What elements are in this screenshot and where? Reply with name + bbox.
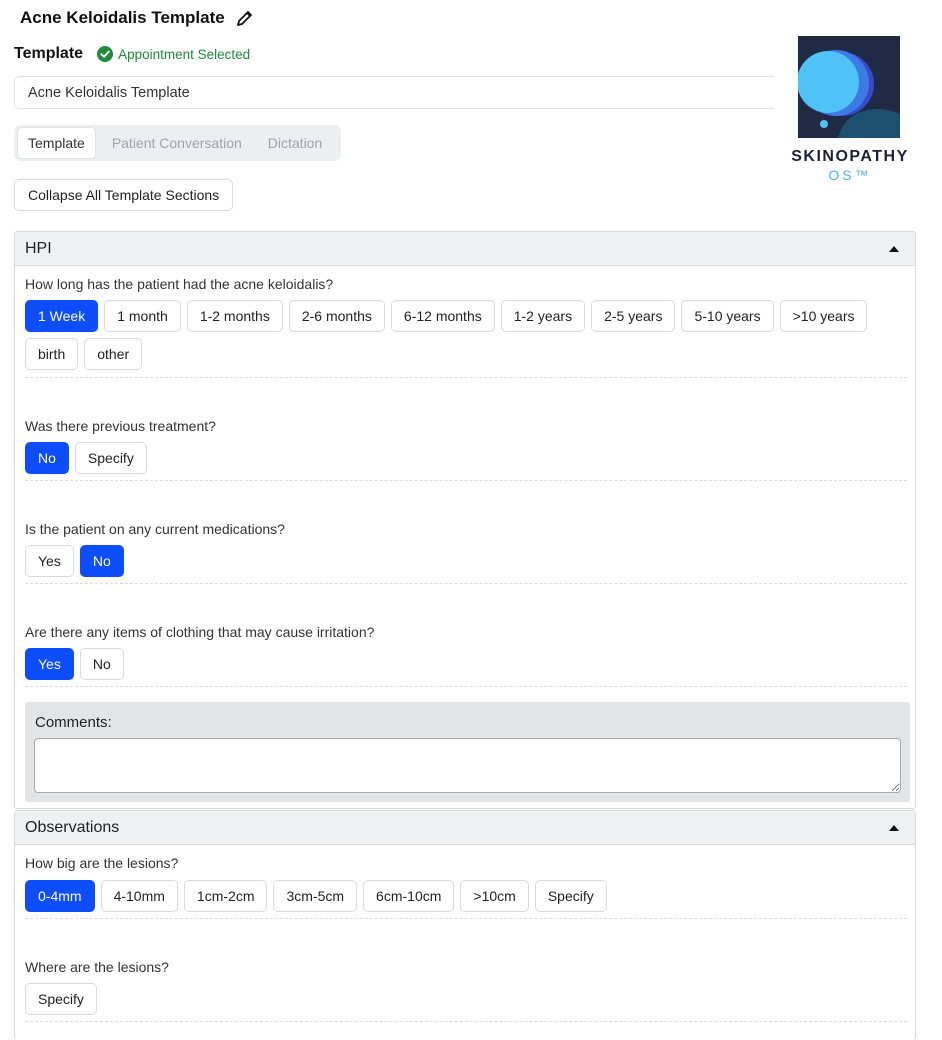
divider [25, 480, 907, 481]
observations-panel: Observations How big are the lesions? 0-… [14, 810, 916, 1040]
option-button[interactable]: >10 years [779, 300, 868, 332]
caret-up-icon[interactable] [889, 824, 899, 831]
option-button[interactable]: 6-12 months [390, 300, 495, 332]
view-tabs: Template Patient Conversation Dictation [14, 125, 342, 161]
divider [25, 377, 907, 378]
tab-dictation[interactable]: Dictation [258, 128, 332, 158]
option-button[interactable]: birth [25, 338, 79, 370]
option-button[interactable]: 1 Week [25, 300, 99, 332]
question-lesion-location: Where are the lesions? [25, 959, 169, 975]
page-title: Acne Keloidalis Template [20, 8, 225, 27]
option-button[interactable]: 5-10 years [681, 300, 774, 332]
check-circle-icon [97, 46, 114, 62]
option-button[interactable]: No [25, 442, 69, 474]
option-button[interactable]: 2-6 months [288, 300, 385, 332]
question-previous-treatment: Was there previous treatment? [25, 418, 216, 434]
option-button[interactable]: Specify [74, 442, 147, 474]
hpi-title: HPI [25, 239, 52, 257]
option-button[interactable]: Specify [25, 983, 97, 1015]
question-current-medications: Is the patient on any current medication… [25, 521, 285, 537]
template-title-row: Acne Keloidalis Template [20, 8, 255, 28]
collapse-all-button[interactable]: Collapse All Template Sections [14, 179, 234, 211]
option-button[interactable]: 3cm-5cm [273, 880, 358, 912]
hpi-header[interactable]: HPI [15, 232, 915, 266]
logo-suffix: OS™ [828, 167, 872, 183]
template-name-input[interactable] [14, 76, 774, 109]
observations-header[interactable]: Observations [15, 811, 915, 845]
question-duration: How long has the patient had the acne ke… [25, 276, 334, 292]
lesion-size-options: 0-4mm 4-10mm 1cm-2cm 3cm-5cm 6cm-10cm >1… [25, 880, 910, 912]
question-lesion-size: How big are the lesions? [25, 855, 179, 871]
option-button[interactable]: other [84, 338, 143, 370]
option-button[interactable]: Specify [534, 880, 607, 912]
option-button[interactable]: 2-5 years [591, 300, 676, 332]
question-clothing-irritation: Are there any items of clothing that may… [25, 624, 375, 640]
option-button[interactable]: Yes [25, 648, 74, 680]
divider [25, 686, 907, 687]
option-button[interactable]: 1-2 months [186, 300, 283, 332]
appointment-status: Appointment Selected [97, 46, 250, 62]
comments-section: Comments: [25, 702, 910, 802]
logo-mark [798, 36, 900, 138]
tab-patient-conversation[interactable]: Patient Conversation [102, 128, 252, 158]
duration-options: 1 Week 1 month 1-2 months 2-6 months 6-1… [25, 300, 910, 370]
observations-title: Observations [25, 818, 120, 836]
option-button[interactable]: 1 month [104, 300, 181, 332]
option-button[interactable]: 1cm-2cm [183, 880, 268, 912]
tab-template[interactable]: Template [17, 127, 96, 159]
logo-brand: SKINOPATHY [791, 148, 909, 165]
option-button[interactable]: Yes [25, 545, 74, 577]
divider [25, 1021, 907, 1022]
clothing-irritation-options: Yes No [25, 648, 910, 680]
option-button[interactable]: 1-2 years [500, 300, 586, 332]
option-button[interactable]: 0-4mm [25, 880, 95, 912]
option-button[interactable]: 4-10mm [100, 880, 178, 912]
divider [25, 918, 907, 919]
option-button[interactable]: >10cm [460, 880, 529, 912]
option-button[interactable]: No [79, 545, 124, 577]
option-button[interactable]: No [79, 648, 124, 680]
lesion-location-options: Specify [25, 983, 910, 1015]
hpi-panel: HPI How long has the patient had the acn… [14, 231, 916, 809]
previous-treatment-options: No Specify [25, 442, 910, 474]
caret-up-icon[interactable] [889, 245, 899, 252]
comments-label: Comments: [35, 714, 112, 731]
comments-textarea[interactable] [34, 738, 901, 793]
option-button[interactable]: 6cm-10cm [363, 880, 455, 912]
pencil-icon[interactable] [235, 8, 255, 28]
skinopathy-logo: SKINOPATHY OS™ [789, 36, 911, 183]
divider [25, 583, 907, 584]
current-medications-options: Yes No [25, 545, 910, 577]
appointment-status-text: Appointment Selected [118, 46, 251, 62]
template-label: Template [14, 45, 84, 62]
template-status-row: Template Appointment Selected [14, 45, 250, 63]
